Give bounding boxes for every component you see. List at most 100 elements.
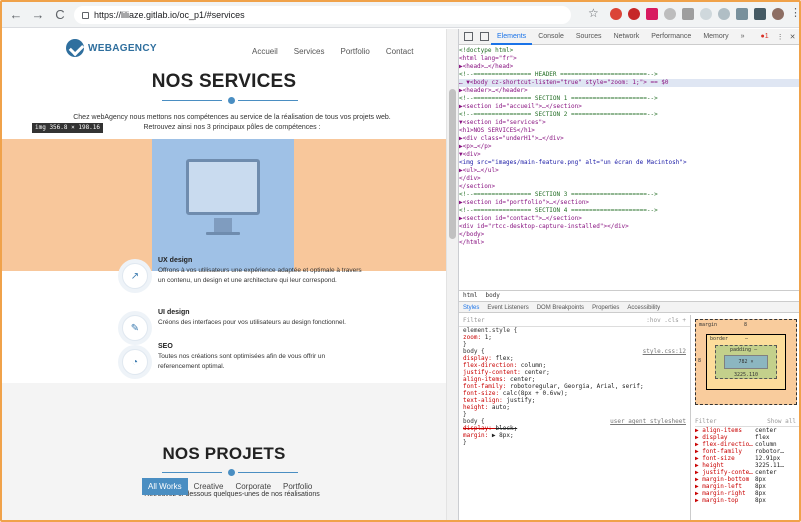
extension-icon-6[interactable] (700, 8, 712, 20)
computed-row[interactable]: ▶ font-family robotor… (695, 448, 799, 455)
computed-filter[interactable]: Filter Show all (695, 417, 799, 427)
computed-row[interactable]: ▶ margin-top 8px (695, 497, 799, 504)
css-declaration[interactable]: font-size: calc(8px + 0.6vw); (459, 390, 690, 397)
dom-node-line[interactable]: </section> (459, 183, 799, 191)
crumb-body[interactable]: body (485, 291, 499, 300)
subtab-styles[interactable]: Styles (463, 302, 479, 312)
site-logo[interactable]: WEBAGENCY (66, 39, 157, 57)
css-property[interactable]: height: (463, 404, 492, 411)
css-property[interactable]: align-items: (463, 376, 510, 383)
css-declaration[interactable]: display: block; (459, 425, 690, 432)
computed-row[interactable]: ▶ display flex (695, 434, 799, 441)
dom-node-line[interactable]: … ▼<body cz-shortcut-listen="true" style… (459, 79, 799, 87)
css-property[interactable]: zoom: (463, 334, 485, 341)
dom-node-line[interactable]: ▶<section id="portfolio">…</section> (459, 199, 799, 207)
css-value[interactable]: center; (524, 369, 549, 376)
tab-sources[interactable]: Sources (570, 29, 608, 45)
error-badge[interactable]: ●1 (761, 33, 769, 40)
css-selector[interactable]: body {style.css:12 (459, 348, 690, 355)
dom-node-line[interactable]: <!--================ HEADER ============… (459, 71, 799, 79)
css-property[interactable]: margin: (463, 432, 492, 439)
computed-filter-input[interactable]: Filter (695, 417, 717, 426)
extension-icon-3[interactable] (646, 8, 658, 20)
reload-icon[interactable]: C (52, 7, 68, 23)
dom-node-line[interactable]: <!--================ SECTION 4 =========… (459, 207, 799, 215)
computed-row[interactable]: ▶ flex-directio… column (695, 441, 799, 448)
dom-node-line[interactable]: ▶<p>…</p> (459, 143, 799, 151)
more-tabs-icon[interactable]: » (735, 29, 751, 45)
dom-node-line[interactable]: ▼<div> (459, 151, 799, 159)
dom-node-line[interactable]: ▶<header>…</header> (459, 87, 799, 95)
styles-filter-bar[interactable]: Filter :hov .cls + (459, 315, 690, 327)
computed-row[interactable]: ▶ margin-bottom 8px (695, 476, 799, 483)
page-scrollbar[interactable] (446, 29, 458, 520)
filter-corporate[interactable]: Corporate (229, 478, 277, 495)
address-bar[interactable]: https://liliaze.gitlab.io/oc_p1/#service… (74, 6, 571, 24)
computed-row[interactable]: ▶ align-items center (695, 427, 799, 434)
css-declaration[interactable]: margin: ▶ 8px; (459, 432, 690, 439)
profile-avatar-icon[interactable] (772, 8, 784, 20)
css-declaration[interactable]: height: auto; (459, 404, 690, 411)
tab-console[interactable]: Console (532, 29, 570, 45)
browser-menu-icon[interactable]: ⋮ (790, 6, 799, 19)
styles-filter-input[interactable]: Filter (463, 315, 485, 326)
extension-icon-7[interactable] (718, 8, 730, 20)
stylesheet-link[interactable]: user agent stylesheet (610, 418, 686, 425)
extension-icon-4[interactable] (664, 8, 676, 20)
stylesheet-link[interactable]: style.css:12 (643, 348, 686, 355)
css-property[interactable]: flex-direction: (463, 362, 521, 369)
dom-node-line[interactable]: ▶<section id="accueil">…</section> (459, 103, 799, 111)
css-property[interactable]: font-family: (463, 383, 510, 390)
hov-cls-buttons[interactable]: :hov .cls + (646, 315, 686, 326)
show-all-checkbox[interactable]: Show all (767, 417, 796, 426)
css-property[interactable]: display: (463, 425, 496, 432)
bookmark-star-icon[interactable]: ☆ (588, 6, 599, 20)
css-declaration[interactable]: display: flex; (459, 355, 690, 362)
css-value[interactable]: justify; (506, 397, 535, 404)
extension-icon-8[interactable] (736, 8, 748, 20)
filter-all-works[interactable]: All Works (142, 478, 188, 495)
dom-node-line[interactable]: <!--================ SECTION 1 =========… (459, 95, 799, 103)
css-property[interactable]: display: (463, 355, 496, 362)
dom-node-line[interactable]: <h1>NOS SERVICES</h1> (459, 127, 799, 135)
scrollbar-thumb[interactable] (449, 89, 456, 239)
forward-icon[interactable]: → (30, 7, 46, 23)
computed-row[interactable]: ▶ height 3225.11… (695, 462, 799, 469)
dom-node-line[interactable]: ▶<section id="contact">…</section> (459, 215, 799, 223)
close-icon[interactable]: ✕ (790, 33, 796, 41)
css-selector[interactable]: element.style { (459, 327, 690, 334)
css-declaration[interactable]: zoom: 1; (459, 334, 690, 341)
css-value[interactable]: 1; (485, 334, 492, 341)
tab-memory[interactable]: Memory (697, 29, 734, 45)
css-value[interactable]: robotoregular, Georgia, Arial, serif; (510, 383, 644, 390)
css-property[interactable]: text-align: (463, 397, 506, 404)
subtab-accessibility[interactable]: Accessibility (627, 302, 660, 312)
css-declaration[interactable]: justify-content: center; (459, 369, 690, 376)
dom-node-line[interactable]: ▶<ul>…</ul> (459, 167, 799, 175)
dom-node-line[interactable]: </div> (459, 175, 799, 183)
dom-node-line[interactable]: <img src="images/main-feature.png" alt="… (459, 159, 799, 167)
dom-node-line[interactable]: ▼<section id="services"> (459, 119, 799, 127)
menu-item-contact[interactable]: Contact (386, 47, 414, 56)
css-declaration[interactable]: text-align: justify; (459, 397, 690, 404)
css-property[interactable]: font-size: (463, 390, 503, 397)
computed-row[interactable]: ▶ font-size 12.91px (695, 455, 799, 462)
filter-portfolio[interactable]: Portfolio (277, 478, 318, 495)
css-value[interactable]: block; (496, 425, 518, 432)
devtools-menu-icon[interactable]: ⋮ (777, 33, 784, 41)
menu-item-services[interactable]: Services (294, 47, 325, 56)
device-toolbar-icon[interactable] (480, 32, 489, 41)
dom-node-line[interactable]: ▶<head>…</head> (459, 63, 799, 71)
extension-icon-9[interactable] (754, 8, 766, 20)
extension-icon-1[interactable] (610, 8, 622, 20)
css-value[interactable]: ▶ 8px; (492, 432, 514, 439)
back-icon[interactable]: ← (8, 7, 24, 23)
inspect-icon[interactable] (464, 32, 473, 41)
tab-elements[interactable]: Elements (491, 29, 533, 45)
css-value[interactable]: calc(8px + 0.6vw); (503, 390, 568, 397)
computed-row[interactable]: ▶ margin-right 8px (695, 490, 799, 497)
extension-icon-5[interactable] (682, 8, 694, 20)
dom-node-line[interactable]: <div id="rtcc-desktop-capture-installed"… (459, 223, 799, 231)
extension-icon-2[interactable] (628, 8, 640, 20)
subtab-event-listeners[interactable]: Event Listeners (487, 302, 528, 312)
